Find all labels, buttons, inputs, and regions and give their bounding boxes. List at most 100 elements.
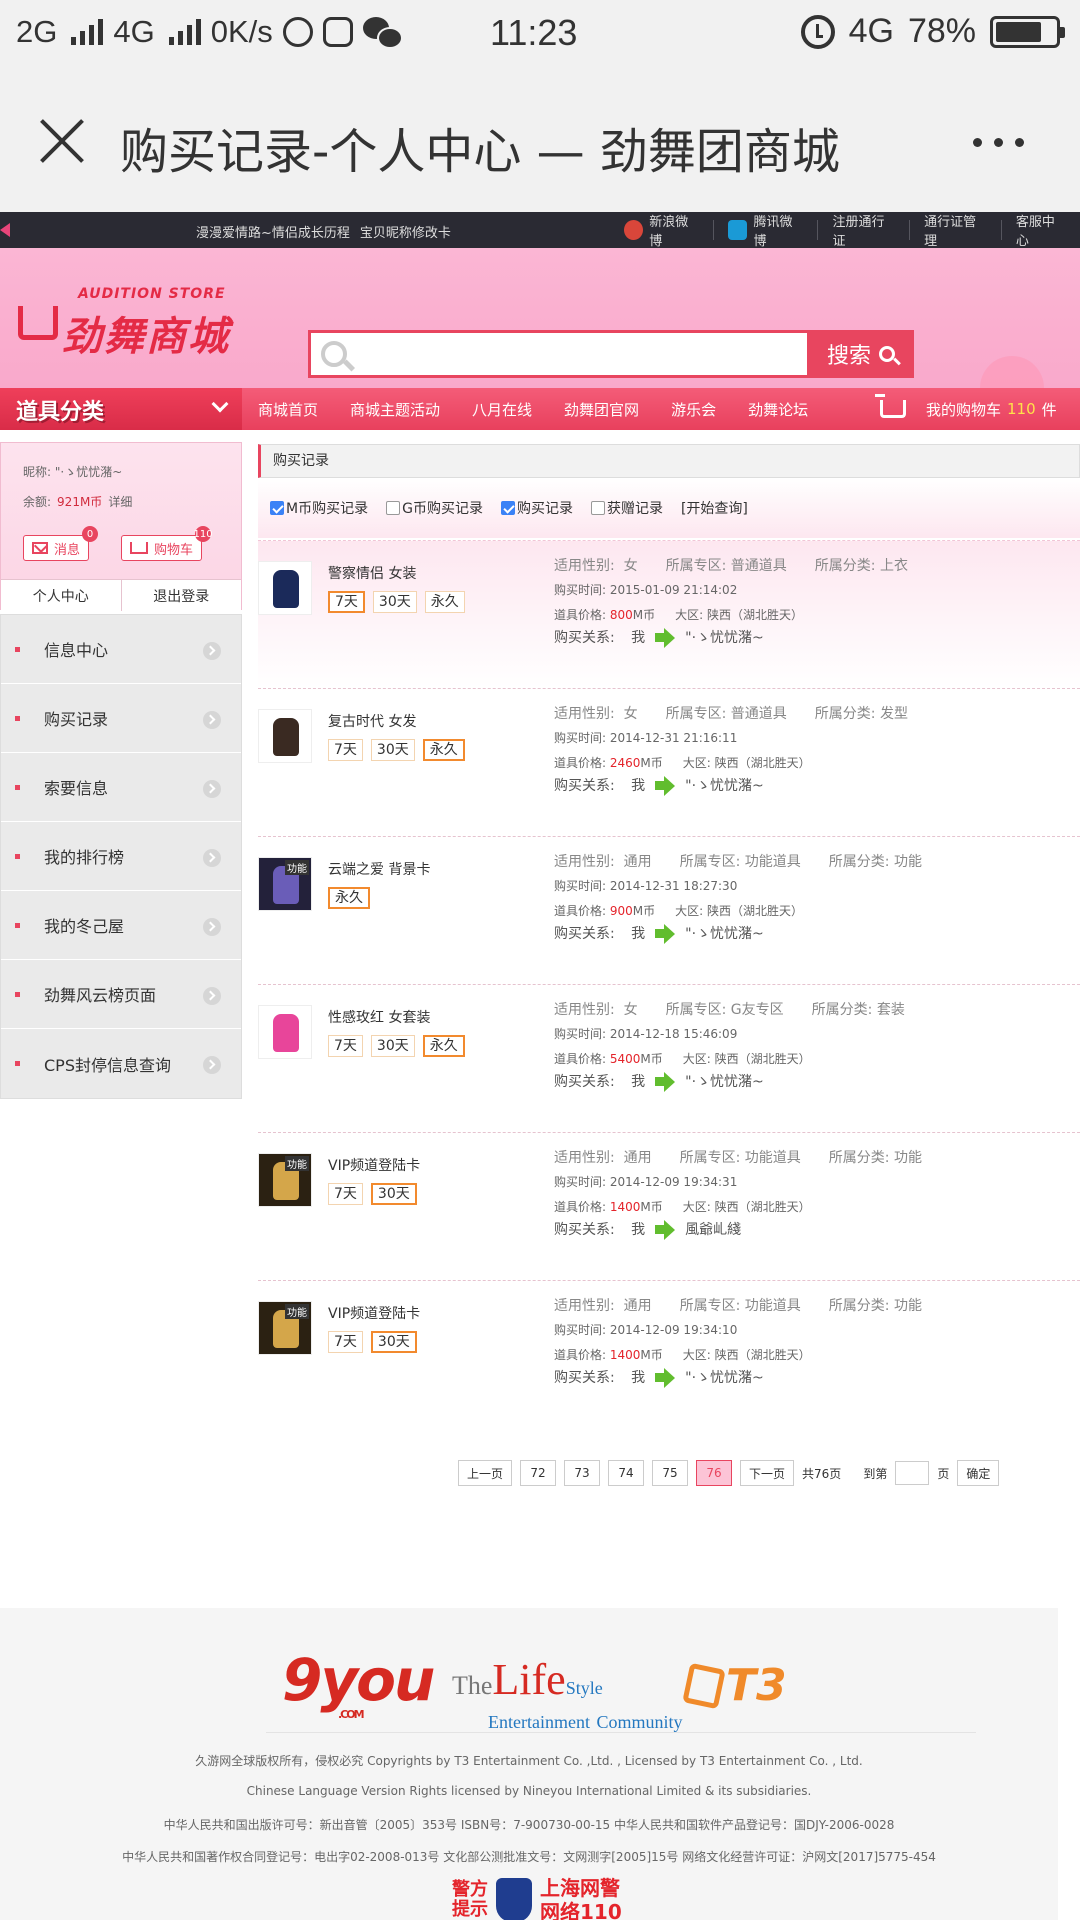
- prev-page-button[interactable]: 上一页: [458, 1460, 513, 1486]
- item-name[interactable]: VIP频道登陆卡: [328, 1303, 420, 1323]
- sidebar-item-cps[interactable]: CPS封停信息查询: [1, 1029, 241, 1098]
- duration-option[interactable]: 30天: [370, 1035, 415, 1057]
- sidebar-item-requests[interactable]: 索要信息: [1, 753, 241, 822]
- category-dropdown[interactable]: 道具分类: [0, 388, 242, 430]
- nav-events[interactable]: 商城主题活动: [350, 399, 440, 420]
- duration-option[interactable]: 7天: [328, 1183, 363, 1205]
- search-icon: [321, 341, 347, 367]
- sidebar-item-purchases[interactable]: 购买记录: [1, 684, 241, 753]
- logo-chinese: 劲舞商城: [62, 314, 230, 360]
- page-73[interactable]: 73: [564, 1460, 601, 1486]
- logo-lifestyle[interactable]: TheLifeStyle Entertainment Community: [452, 1654, 682, 1735]
- duration-option[interactable]: 30天: [370, 1183, 417, 1205]
- top-link-tencent[interactable]: 腾讯微博: [713, 215, 817, 249]
- store-logo[interactable]: AUDITION STORE 劲舞商城: [6, 286, 256, 360]
- checkbox-icon[interactable]: [590, 501, 605, 515]
- record-row: 复古时代 女发 7天 30天 永久 适用性别: 女 所属专区: 普通道具 所属分类:…: [258, 688, 1080, 836]
- more-options-icon[interactable]: [973, 138, 1024, 147]
- filter-m-coin[interactable]: M币购买记录: [270, 498, 368, 518]
- my-cart-link[interactable]: 我的购物车 110 件: [875, 388, 1057, 430]
- messages-button[interactable]: 消息 0: [23, 526, 99, 561]
- item-thumbnail[interactable]: [258, 709, 312, 763]
- balance-detail-link[interactable]: 详细: [108, 495, 132, 509]
- logout-button[interactable]: 退出登录: [122, 580, 242, 611]
- top-link-love[interactable]: 漫漫爱情路~情侣成长历程: [196, 222, 350, 241]
- price-label: 道具价格:: [554, 904, 607, 918]
- item-name[interactable]: 云端之爱 背景卡: [328, 859, 430, 879]
- zone-label: 所属专区:: [679, 1298, 741, 1314]
- time-value: 2014-12-09 19:34:10: [609, 1323, 738, 1337]
- filter-purchase[interactable]: 购买记录: [500, 498, 573, 518]
- web-page: 漫漫爱情路~情侣成长历程 宝贝昵称修改卡 新浪微博 腾讯微博 注册通行证 通行证…: [0, 212, 1080, 1920]
- goto-confirm-button[interactable]: 确定: [957, 1460, 1000, 1486]
- relation-row: 购买关系: 我 "·ゝ忧忧潴~: [554, 627, 1074, 648]
- nav-august[interactable]: 八月在线: [472, 399, 532, 420]
- filter-g-coin[interactable]: G币购买记录: [386, 498, 483, 518]
- wechat-icon: [362, 17, 403, 49]
- item-thumbnail[interactable]: 功能: [258, 857, 312, 911]
- duration-option[interactable]: 7天: [328, 739, 363, 761]
- bullet-icon: [15, 991, 20, 997]
- sidebar-item-ranking[interactable]: 我的排行榜: [1, 822, 241, 891]
- top-link-service[interactable]: 客服中心: [1000, 215, 1080, 249]
- logo-t3[interactable]: T3: [682, 1660, 787, 1711]
- duration-option[interactable]: 永久: [424, 591, 465, 613]
- duration-option[interactable]: 30天: [370, 1331, 417, 1353]
- top-link-manage[interactable]: 通行证管理: [909, 215, 1001, 249]
- next-page-button[interactable]: 下一页: [740, 1460, 795, 1486]
- relation-row: 购买关系: 我 "·ゝ忧忧潴~: [554, 1071, 1074, 1092]
- duration-option[interactable]: 永久: [422, 1035, 465, 1057]
- top-link-rename[interactable]: 宝贝昵称修改卡: [360, 222, 451, 241]
- query-button[interactable]: [开始查询]: [681, 498, 748, 518]
- duration-option[interactable]: 7天: [328, 1331, 363, 1353]
- sidebar-item-info[interactable]: 信息中心: [1, 615, 241, 684]
- police-badge[interactable]: 警方 提示 上海网警 网络110: [452, 1876, 622, 1920]
- price-field: 道具价格: 1400M币: [554, 1198, 663, 1215]
- filter-gift[interactable]: 获赠记录: [590, 498, 663, 518]
- item-name[interactable]: 性感玫红 女套装: [328, 1007, 430, 1027]
- item-thumbnail[interactable]: 功能: [258, 1301, 312, 1355]
- page-74[interactable]: 74: [608, 1460, 645, 1486]
- nav-official[interactable]: 劲舞团官网: [564, 399, 639, 420]
- duration-option[interactable]: 7天: [328, 1035, 363, 1057]
- nav-fun[interactable]: 游乐会: [671, 399, 716, 420]
- relation-target: "·ゝ忧忧潴~: [685, 1074, 764, 1090]
- duration-option[interactable]: 永久: [422, 739, 465, 761]
- nav-forum[interactable]: 劲舞论坛: [748, 399, 808, 420]
- collapse-arrow-icon[interactable]: [0, 223, 10, 237]
- relation-row: 购买关系: 我 "·ゝ忧忧潴~: [554, 775, 1074, 796]
- sidebar-item-leaderboard[interactable]: 劲舞风云榜页面: [1, 960, 241, 1029]
- checkbox-icon[interactable]: [386, 501, 401, 515]
- page-72[interactable]: 72: [520, 1460, 557, 1486]
- duration-option[interactable]: 7天: [328, 591, 365, 613]
- top-link-weibo[interactable]: 新浪微博: [610, 215, 713, 249]
- item-thumbnail[interactable]: [258, 1005, 312, 1059]
- page-76-current[interactable]: 76: [696, 1460, 733, 1486]
- close-icon[interactable]: [36, 116, 86, 166]
- item-name[interactable]: 复古时代 女发: [328, 711, 416, 731]
- item-thumbnail[interactable]: [258, 561, 312, 615]
- item-name[interactable]: VIP频道登陆卡: [328, 1155, 420, 1175]
- search-button[interactable]: 搜索: [808, 330, 914, 378]
- item-name[interactable]: 警察情侣 女装: [328, 563, 416, 583]
- bullet-icon: [15, 853, 20, 859]
- nav-home[interactable]: 商城首页: [258, 399, 318, 420]
- personal-center-button[interactable]: 个人中心: [1, 580, 122, 611]
- user-cart-button[interactable]: 购物车 110: [121, 526, 213, 561]
- goto-page-input[interactable]: [895, 1461, 930, 1485]
- search-input[interactable]: [361, 337, 801, 371]
- duration-option[interactable]: 永久: [328, 887, 370, 909]
- sidebar-item-house[interactable]: 我的冬己屋: [1, 891, 241, 960]
- page-75[interactable]: 75: [652, 1460, 689, 1486]
- server-label: 大区:: [675, 904, 704, 918]
- sidebar-item-label: 我的冬己屋: [44, 917, 125, 936]
- top-link-register[interactable]: 注册通行证: [817, 215, 909, 249]
- checkbox-checked-icon[interactable]: [500, 501, 515, 515]
- envelope-icon: [32, 542, 48, 554]
- logo-9you[interactable]: 9you .COM: [282, 1646, 435, 1721]
- footer: 9you .COM TheLifeStyle Entertainment Com…: [0, 1608, 1058, 1920]
- duration-option[interactable]: 30天: [370, 739, 415, 761]
- checkbox-checked-icon[interactable]: [270, 501, 284, 515]
- item-thumbnail[interactable]: 功能: [258, 1153, 312, 1207]
- duration-option[interactable]: 30天: [372, 591, 417, 613]
